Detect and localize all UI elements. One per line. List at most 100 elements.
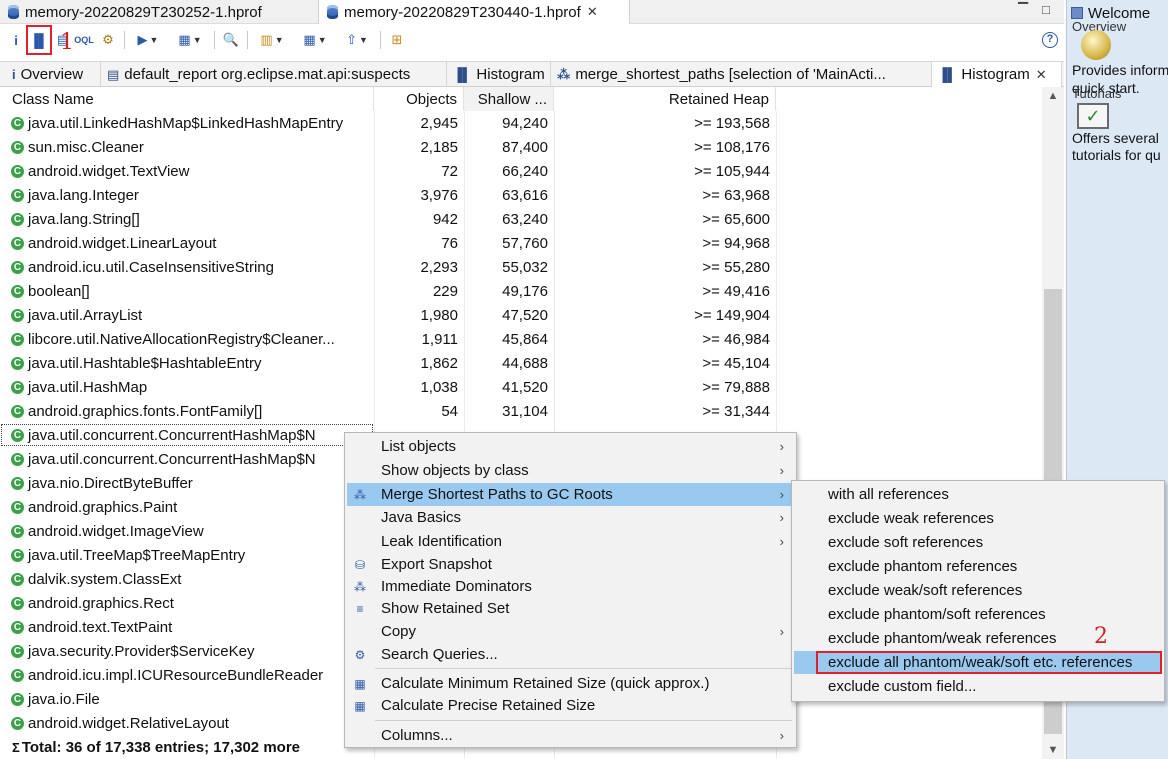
reports-dropdown[interactable]: ▶ ▼ (131, 29, 165, 51)
heap-dump-overview-icon[interactable]: ⚙ (99, 29, 117, 51)
submenu-item-label: exclude weak references (828, 510, 994, 527)
group-icon: ▥ (260, 32, 273, 47)
info-icon[interactable]: i (10, 29, 22, 51)
table-row[interactable]: Cjava.lang.Integer 3,976 63,616 >= 63,968 (0, 183, 776, 207)
class-name: java.util.LinkedHashMap$LinkedHashMapEnt… (28, 114, 344, 132)
calculate-dropdown[interactable]: ▦ ▼ (296, 29, 334, 51)
objects-cell: 72 (441, 162, 458, 180)
shallow-heap-cell: 66,240 (502, 162, 548, 180)
search-icon[interactable]: 🔍 (220, 29, 242, 51)
class-name: java.util.concurrent.ConcurrentHashMap$N (28, 450, 316, 468)
menu-item-label: Copy (381, 623, 417, 640)
table-row[interactable]: Clibcore.util.NativeAllocationRegistry$C… (0, 327, 776, 351)
scroll-down-icon[interactable]: ▼ (1042, 741, 1064, 759)
menu-item-list-objects[interactable]: List objects › (347, 435, 794, 458)
tutorials-title[interactable]: Tutorials (1072, 86, 1121, 101)
editor-tab-hprof-2[interactable]: memory-20220829T230440-1.hprof ✕ (318, 0, 630, 24)
menu-item-java-basics[interactable]: Java Basics › (347, 506, 794, 529)
menu-item-merge-shortest-paths-to-gc-roots[interactable]: ⁂ Merge Shortest Paths to GC Roots › (347, 483, 794, 506)
menu-item-columns[interactable]: Columns... › (347, 724, 794, 747)
scroll-up-icon[interactable]: ▲ (1042, 87, 1064, 105)
objects-cell: 1,980 (420, 306, 458, 324)
tab-default-report[interactable]: ▤ default_report org.eclipse.mat.api:sus… (101, 62, 447, 87)
menu-item-immediate-dominators[interactable]: ⁂ Immediate Dominators (347, 575, 794, 598)
table-row[interactable]: Cjava.util.LinkedHashMap$LinkedHashMapEn… (0, 111, 776, 135)
help-icon[interactable]: ? (1040, 29, 1060, 51)
close-icon[interactable]: ✕ (587, 4, 598, 20)
menu-item-export-snapshot[interactable]: ⛁ Export Snapshot (347, 553, 794, 576)
column-header-retained-heap[interactable]: Retained Heap (554, 87, 776, 111)
menu-item-show-objects-by-class[interactable]: Show objects by class › (347, 459, 794, 482)
table-row[interactable]: Candroid.widget.LinearLayout 76 57,760 >= 9… (0, 231, 776, 255)
menu-item-calculate-precise-retained-size[interactable]: ▦ Calculate Precise Retained Size (347, 694, 794, 717)
class-name: android.widget.TextView (28, 162, 190, 180)
table-row[interactable]: Cjava.util.Hashtable$HashtableEntry 1,862… (0, 351, 776, 375)
editor-tab-hprof-1[interactable]: memory-20220829T230252-1.hprof (0, 0, 318, 24)
class-name-cell: Candroid.widget.RelativeLayout (0, 711, 374, 735)
class-name: android.graphics.Rect (28, 594, 174, 612)
class-name: libcore.util.NativeAllocationRegistry$Cl… (28, 330, 335, 348)
minimize-icon[interactable]: ▔ (1018, 2, 1028, 18)
table-row[interactable]: Cjava.util.HashMap 1,038 41,520 >= 79,888 (0, 375, 776, 399)
column-header-objects[interactable]: Objects (374, 87, 464, 111)
menu-item-search-queries[interactable]: ⚙ Search Queries... (347, 643, 794, 666)
tab-histogram-active[interactable]: ▐▌ Histogram ✕ (932, 62, 1062, 87)
menu-item-label: Immediate Dominators (381, 578, 532, 595)
class-name: sun.misc.Cleaner (28, 138, 144, 156)
retained-heap-cell: >= 55,280 (702, 258, 770, 276)
heap-dump-icon (8, 5, 19, 19)
tab-merge-shortest-paths[interactable]: ⁂ merge_shortest_paths [selection of 'Ma… (551, 62, 932, 87)
class-icon: C (11, 500, 24, 514)
menu-item-label: Show Retained Set (381, 600, 510, 617)
table-row[interactable]: Cboolean[] 229 49,176 >= 49,416 (0, 279, 776, 303)
class-name-cell: Candroid.widget.TextView (0, 159, 374, 183)
group-by-dropdown[interactable]: ▥ ▼ (253, 29, 291, 51)
retained-heap-cell: >= 65,600 (702, 210, 770, 228)
merge-paths-icon: ⁂ (557, 66, 571, 82)
calculator-icon: ▦ (303, 32, 316, 47)
export-dropdown[interactable]: ⇧ ▼ (338, 29, 376, 51)
table-row[interactable]: Csun.misc.Cleaner 2,185 87,400 >= 108,176 (0, 135, 776, 159)
objects-cell: 1,862 (420, 354, 458, 372)
reports-icon: ▶ (137, 32, 148, 47)
maximize-icon[interactable]: □ (1042, 2, 1050, 17)
table-row[interactable]: Candroid.icu.util.CaseInsensitiveString 2… (0, 255, 776, 279)
tab-overview[interactable]: i Overview (6, 62, 101, 87)
menu-item-copy[interactable]: Copy › (347, 620, 794, 643)
shallow-heap-cell: 63,240 (502, 210, 548, 228)
oql-icon[interactable]: OQL (73, 29, 95, 51)
class-icon: C (11, 716, 24, 730)
menu-item-calculate-minimum-retained-size-quick-approx[interactable]: ▦ Calculate Minimum Retained Size (quick … (347, 672, 794, 695)
class-icon: C (11, 404, 24, 418)
submenu-item[interactable]: exclude custom field... (794, 675, 1162, 698)
menu-item-leak-identification[interactable]: Leak Identification › (347, 530, 794, 553)
submenu-item[interactable]: exclude phantom references (794, 555, 1162, 578)
retained-heap-cell: >= 45,104 (702, 354, 770, 372)
table-row[interactable]: Cjava.lang.String[] 942 63,240 >= 65,600 (0, 207, 776, 231)
compare-icon[interactable]: ⊞ (386, 29, 408, 51)
submenu-item[interactable]: exclude weak references (794, 507, 1162, 530)
table-row[interactable]: Cjava.util.ArrayList 1,980 47,520 >= 149,90… (0, 303, 776, 327)
submenu-item[interactable]: with all references (794, 483, 1162, 506)
menu-item-label: Java Basics (381, 509, 462, 526)
menu-item-label: Calculate Minimum Retained Size (quick a… (381, 675, 710, 692)
submenu-item-label: exclude phantom references (828, 558, 1018, 575)
menu-item-show-retained-set[interactable]: ≡ Show Retained Set (347, 597, 794, 620)
column-header-class-name[interactable]: Class Name (0, 87, 374, 111)
queries-dropdown[interactable]: ▦ ▼ (171, 29, 209, 51)
close-icon[interactable]: ✕ (1036, 67, 1047, 83)
column-header-shallow-heap[interactable]: Shallow ... (464, 87, 554, 111)
class-name-cell: Cjava.io.File (0, 687, 374, 711)
retained-heap-cell: >= 193,568 (694, 114, 770, 132)
submenu-item[interactable]: exclude soft references (794, 531, 1162, 554)
shallow-heap-cell: 63,616 (502, 186, 548, 204)
chevron-right-icon: › (779, 534, 784, 549)
table-row[interactable]: Candroid.widget.TextView 72 66,240 >= 105,9… (0, 159, 776, 183)
submenu-item[interactable]: exclude weak/soft references (794, 579, 1162, 602)
class-name: android.graphics.fonts.FontFamily[] (28, 402, 263, 420)
class-name: android.icu.util.CaseInsensitiveString (28, 258, 274, 276)
submenu-item[interactable]: exclude phantom/soft references (794, 603, 1162, 626)
tab-histogram[interactable]: ▐▌ Histogram (447, 62, 551, 87)
table-row[interactable]: Candroid.graphics.fonts.FontFamily[] 54 31… (0, 399, 776, 423)
retained-heap-cell: >= 49,416 (702, 282, 770, 300)
